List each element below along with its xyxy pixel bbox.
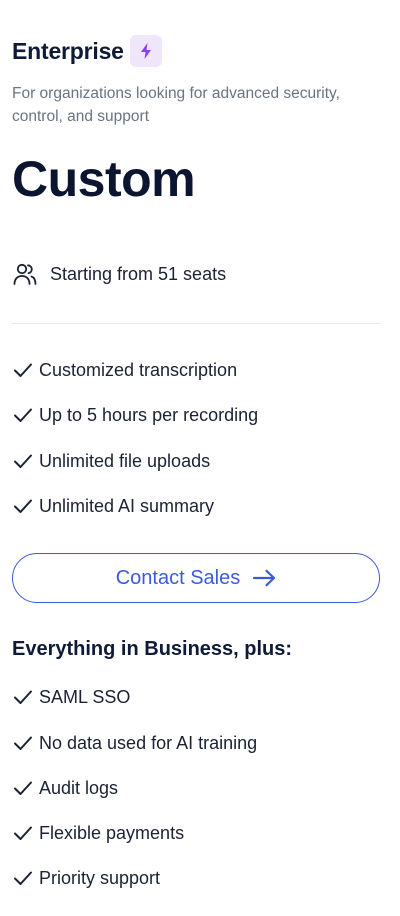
check-icon bbox=[12, 777, 34, 799]
extra-feature-item: No data used for AI training bbox=[12, 729, 257, 757]
plan-name: Enterprise bbox=[12, 37, 124, 64]
extra-feature-item: Flexible payments bbox=[12, 819, 184, 847]
check-icon bbox=[12, 359, 34, 381]
contact-sales-button[interactable]: Contact Sales bbox=[12, 553, 380, 603]
plan-price: Custom bbox=[12, 151, 196, 207]
extras-heading: Everything in Business, plus: bbox=[12, 638, 293, 660]
feature-label: Unlimited AI summary bbox=[39, 495, 215, 516]
feature-item: Customized transcription bbox=[12, 356, 237, 384]
feature-item: Unlimited AI summary bbox=[12, 492, 214, 520]
check-icon bbox=[12, 450, 34, 472]
check-icon bbox=[12, 686, 34, 708]
feature-label: Up to 5 hours per recording bbox=[39, 404, 259, 425]
seats-info: Starting from 51 seats bbox=[12, 259, 226, 289]
plan-badge bbox=[129, 35, 162, 67]
feature-item: Up to 5 hours per recording bbox=[12, 401, 258, 429]
seats-text: Starting from 51 seats bbox=[50, 263, 227, 284]
feature-label: Audit logs bbox=[39, 777, 119, 798]
contact-sales-label: Contact Sales bbox=[115, 566, 241, 589]
check-icon bbox=[12, 495, 34, 517]
plan-description: For organizations looking for advanced s… bbox=[12, 85, 340, 125]
plan-header: Enterprise bbox=[12, 35, 162, 67]
feature-label: SAML SSO bbox=[39, 686, 131, 707]
extra-feature-item: Priority support bbox=[12, 864, 160, 892]
check-icon bbox=[12, 404, 34, 426]
feature-label: Customized transcription bbox=[39, 359, 238, 380]
extra-feature-item: SAML SSO bbox=[12, 683, 130, 711]
extra-feature-item: Audit logs bbox=[12, 774, 118, 802]
feature-label: No data used for AI training bbox=[39, 732, 258, 753]
check-icon bbox=[12, 822, 34, 844]
feature-item: Unlimited file uploads bbox=[12, 447, 210, 475]
feature-label: Flexible payments bbox=[39, 822, 185, 843]
users-icon bbox=[13, 263, 37, 285]
arrow-right-icon bbox=[252, 569, 276, 587]
check-icon bbox=[12, 732, 34, 754]
check-icon bbox=[12, 867, 34, 889]
divider bbox=[12, 323, 381, 324]
lightning-bolt-icon bbox=[140, 43, 151, 59]
feature-label: Unlimited file uploads bbox=[39, 450, 211, 471]
feature-label: Priority support bbox=[39, 867, 161, 888]
